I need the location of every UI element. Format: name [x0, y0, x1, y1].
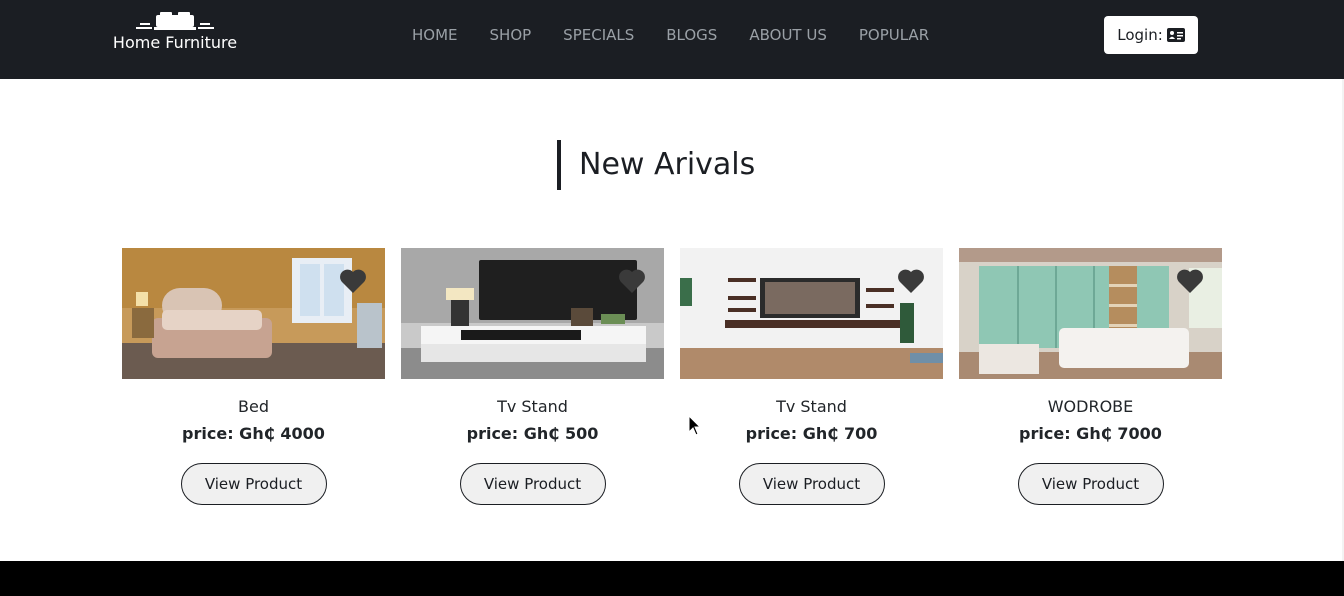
heart-icon[interactable] [339, 268, 367, 294]
nav-shop[interactable]: SHOP [474, 24, 548, 46]
product-name: Tv Stand [497, 397, 568, 416]
view-product-button[interactable]: View Product [738, 463, 885, 505]
section-title: New Arivals [557, 140, 755, 190]
heart-icon[interactable] [1176, 268, 1204, 294]
product-card: WODROBE price: Gh₵ 7000 View Product [959, 248, 1222, 508]
product-image[interactable] [122, 248, 385, 379]
product-price: price: Gh₵ 700 [745, 424, 878, 443]
view-product-button[interactable]: View Product [1017, 463, 1164, 505]
product-grid: Bed price: Gh₵ 4000 View Product Tv Stan… [122, 248, 1222, 508]
sofa-icon [136, 12, 214, 30]
main-nav: HOME SHOP SPECIALS BLOGS ABOUT US POPULA… [404, 24, 945, 46]
product-name: WODROBE [1047, 397, 1134, 416]
id-card-icon [1166, 28, 1185, 42]
product-price: price: Gh₵ 7000 [1019, 424, 1162, 443]
product-price: price: Gh₵ 500 [466, 424, 599, 443]
product-image[interactable] [680, 248, 943, 379]
view-product-button[interactable]: View Product [180, 463, 327, 505]
login-label: Login: [1117, 26, 1163, 44]
top-navbar: Home Furniture HOME SHOP SPECIALS BLOGS … [0, 0, 1344, 79]
nav-blogs[interactable]: BLOGS [650, 24, 733, 46]
heart-icon[interactable] [897, 268, 925, 294]
brand-logo-link[interactable]: Home Furniture [112, 12, 238, 60]
nav-specials[interactable]: SPECIALS [547, 24, 650, 46]
brand-name: Home Furniture [112, 33, 238, 52]
nav-about-us[interactable]: ABOUT US [733, 24, 843, 46]
product-image[interactable] [401, 248, 664, 379]
product-name: Bed [238, 397, 269, 416]
product-card: Tv Stand price: Gh₵ 500 View Product [401, 248, 664, 508]
product-card: Tv Stand price: Gh₵ 700 View Product [680, 248, 943, 508]
login-button[interactable]: Login: [1104, 16, 1198, 54]
nav-popular[interactable]: POPULAR [843, 24, 945, 46]
product-price: price: Gh₵ 4000 [182, 424, 325, 443]
product-name: Tv Stand [776, 397, 847, 416]
nav-home[interactable]: HOME [404, 24, 474, 46]
footer [0, 561, 1344, 596]
heart-icon[interactable] [618, 268, 646, 294]
product-card: Bed price: Gh₵ 4000 View Product [122, 248, 385, 508]
product-image[interactable] [959, 248, 1222, 379]
mouse-cursor-icon [688, 415, 702, 436]
view-product-button[interactable]: View Product [459, 463, 606, 505]
